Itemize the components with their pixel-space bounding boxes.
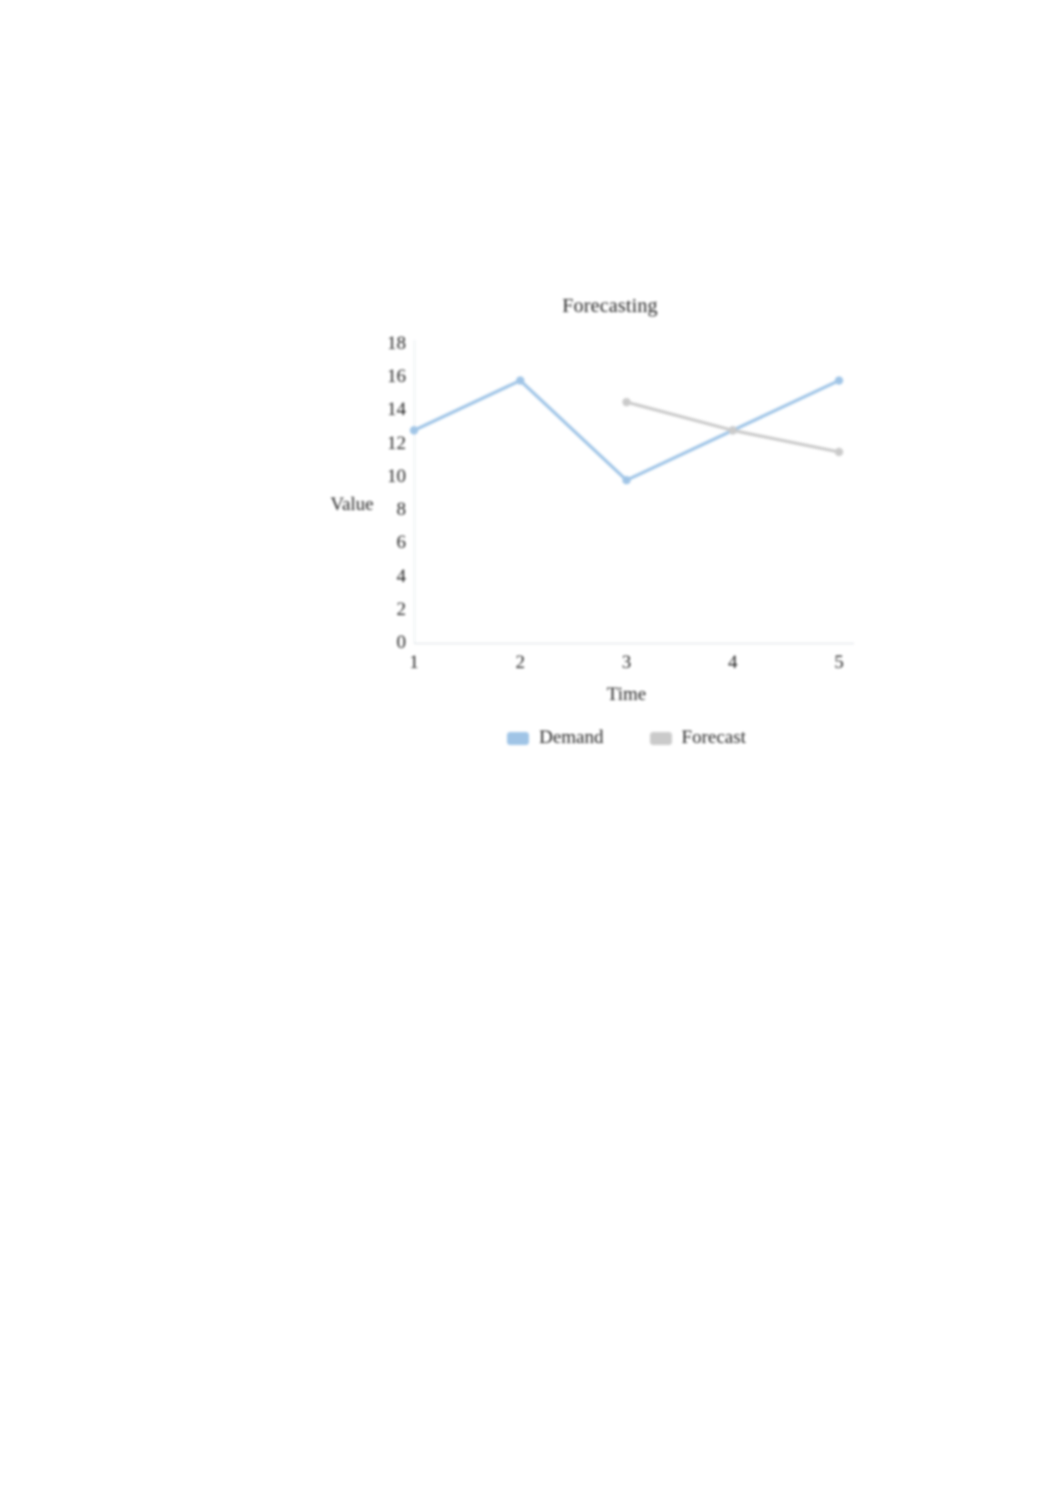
series-lines — [409, 376, 844, 485]
chart-title: Forecasting — [562, 295, 658, 317]
legend-item-forecast[interactable]: Forecast — [649, 727, 746, 749]
y-axis-tick-labels: 18 16 14 12 10 8 6 4 2 0 — [362, 333, 407, 653]
data-point-marker — [834, 447, 844, 457]
y-tick-label: 2 — [396, 598, 407, 620]
legend-swatch-icon — [649, 731, 672, 745]
y-tick-label: 4 — [396, 565, 407, 587]
x-tick-label: 4 — [728, 652, 738, 673]
x-axis-title: Time — [606, 684, 647, 705]
data-point-marker — [622, 476, 631, 485]
x-tick-label: 5 — [834, 652, 844, 673]
series-line-demand — [412, 378, 841, 482]
legend-label: Forecast — [681, 727, 746, 748]
plot-area — [409, 344, 844, 643]
y-tick-label: 16 — [387, 366, 406, 388]
x-axis-tick-labels: 1 2 3 4 5 — [409, 652, 844, 680]
y-tick-label: 8 — [396, 499, 407, 521]
x-axis-line — [414, 643, 854, 644]
chart-legend: Demand Forecast — [414, 727, 839, 749]
forecasting-chart: Forecasting Value Time 18 16 14 12 10 8 6 4 2 0 1… — [300, 280, 920, 780]
data-point-marker — [516, 376, 525, 385]
y-tick-label: 14 — [387, 399, 406, 421]
y-tick-label: 18 — [387, 333, 406, 354]
y-tick-label: 6 — [396, 532, 407, 554]
x-tick-label: 1 — [409, 652, 419, 673]
legend-swatch-icon — [507, 731, 530, 745]
legend-item-demand[interactable]: Demand — [507, 727, 604, 749]
y-tick-label: 12 — [387, 432, 406, 454]
legend-label: Demand — [539, 727, 604, 748]
y-tick-label: 10 — [387, 465, 406, 487]
data-point-marker — [409, 426, 419, 435]
data-point-marker — [834, 376, 844, 385]
data-point-marker — [728, 426, 737, 435]
x-tick-label: 2 — [515, 652, 526, 673]
y-tick-label: 0 — [396, 632, 407, 653]
data-point-marker — [622, 397, 631, 407]
x-tick-label: 3 — [621, 652, 632, 673]
